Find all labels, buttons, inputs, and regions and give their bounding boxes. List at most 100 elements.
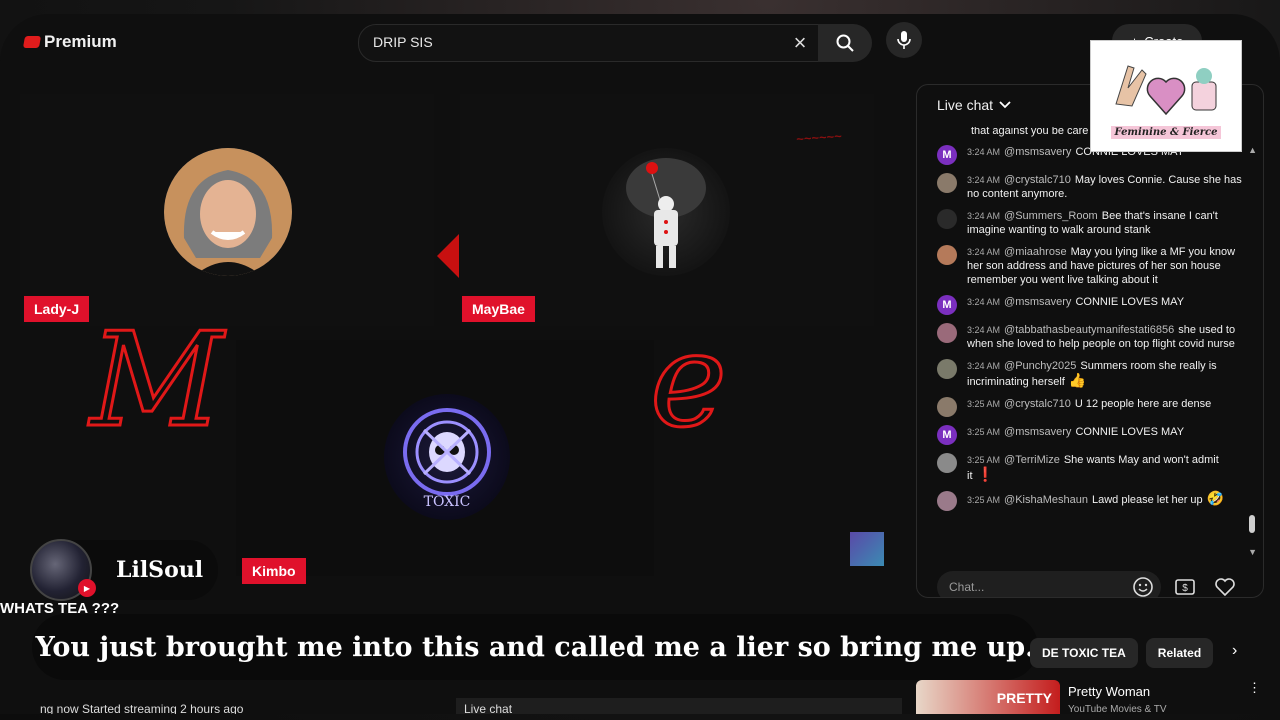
search-box[interactable]: DRIP SIS × — [358, 24, 820, 62]
guest-panel-maybae: MayBae — [460, 94, 874, 326]
youtube-play-icon: ▶ — [78, 579, 96, 597]
chevron-right-icon[interactable]: › — [1232, 642, 1237, 660]
chat-message-body: 3:25 AM @crystalc710 U 12 people here are … — [967, 397, 1243, 417]
chat-message-body: 3:24 AM @crystalc710 May loves Connie. Cau… — [967, 173, 1243, 201]
chat-avatar[interactable] — [937, 359, 957, 379]
related-chips: DE TOXIC TEA Related — [1030, 638, 1214, 668]
chat-author[interactable]: @TerriMize — [1004, 454, 1060, 466]
chat-message: 3:24 AM @Punchy2025 Summers room she reall… — [937, 359, 1243, 389]
chat-message-body: 3:25 AM @KishaMeshaun Lawd please let her … — [967, 491, 1243, 511]
chat-input[interactable]: Chat... — [937, 571, 1161, 597]
chat-timestamp: 3:24 AM — [967, 361, 1001, 371]
youtube-premium-logo[interactable]: Premium — [22, 32, 117, 52]
chat-timestamp: 3:25 AM — [967, 399, 1001, 409]
chat-author[interactable]: @Summers_Room — [1004, 210, 1098, 222]
chat-avatar[interactable]: M — [937, 425, 957, 445]
chat-avatar[interactable] — [937, 323, 957, 343]
person-photo-icon — [164, 148, 292, 276]
search-input[interactable]: DRIP SIS — [373, 34, 433, 50]
brand-label: Premium — [44, 32, 117, 51]
video-thumbnail[interactable]: PRETTY — [916, 680, 1060, 714]
chat-message: 3:24 AM @miaahrose May you lying like a MF… — [937, 245, 1243, 287]
chat-emoji: 🤣 — [1206, 490, 1225, 506]
emoji-icon[interactable] — [1129, 573, 1157, 597]
chat-timestamp: 3:24 AM — [967, 247, 1001, 257]
chat-timestamp: 3:24 AM — [967, 147, 1001, 157]
chat-message-body: 3:24 AM @Summers_Room Bee that's insane I … — [967, 209, 1243, 237]
live-chat-tab[interactable]: Live chat — [456, 698, 902, 714]
chat-scrollbar-thumb[interactable] — [1249, 515, 1255, 533]
chat-message: 3:24 AM @crystalc710 May loves Connie. Cau… — [937, 173, 1243, 201]
peace-heart-tea-icon — [1115, 64, 1217, 115]
search-button[interactable] — [818, 24, 872, 62]
chip-related[interactable]: Related — [1145, 638, 1214, 668]
caption-bubble: You just brought me into this and called… — [32, 614, 1038, 680]
live-chat-title: Live chat — [937, 97, 994, 113]
chat-message: M 3:25 AM @msmsavery CONNIE LOVES MAY — [937, 425, 1243, 445]
chat-message: 3:25 AM @KishaMeshaun Lawd please let her … — [937, 491, 1243, 511]
chat-author[interactable]: @Punchy2025 — [1004, 360, 1076, 372]
stream-info-text: ng now Started streaming 2 hours ago — [40, 702, 244, 714]
youtube-window: Premium DRIP SIS × + Create M e ~~~~~~ L… — [0, 14, 1280, 714]
chat-text: CONNIE LOVES MAY — [1075, 426, 1185, 438]
chevron-down-icon — [999, 101, 1011, 109]
chat-author[interactable]: @crystalc710 — [1004, 398, 1071, 410]
guest-panel-kimbo: TOXIC Kimbo — [236, 340, 654, 584]
more-options-icon[interactable]: ⋮ — [1248, 680, 1261, 696]
chat-avatar[interactable]: M — [937, 145, 957, 165]
chat-author[interactable]: @crystalc710 — [1004, 174, 1071, 186]
svg-text:$: $ — [1182, 583, 1188, 594]
guest-name-tag: Kimbo — [242, 558, 306, 584]
voice-search-button[interactable] — [886, 22, 922, 58]
clown-figure-icon — [626, 158, 706, 268]
search-icon — [836, 34, 854, 52]
chat-message-body: 3:25 AM @msmsavery CONNIE LOVES MAY — [967, 425, 1243, 445]
chat-author[interactable]: @msmsavery — [1004, 426, 1071, 438]
heart-icon[interactable] — [1211, 573, 1239, 597]
chat-message: 3:24 AM @Summers_Room Bee that's insane I … — [937, 209, 1243, 237]
live-chat-header[interactable]: Live chat — [937, 97, 1011, 113]
chat-author[interactable]: @tabbathasbeautymanifestati6856 — [1004, 324, 1174, 336]
chat-message-body: 3:24 AM @miaahrose May you lying like a MF… — [967, 245, 1243, 287]
chat-timestamp: 3:24 AM — [967, 325, 1001, 335]
clear-search-icon[interactable]: × — [787, 30, 813, 56]
scroll-down-arrow[interactable]: ▼ — [1248, 547, 1257, 557]
guest-name-tag: Lady-J — [24, 296, 90, 322]
chat-avatar[interactable] — [937, 173, 957, 193]
chat-avatar[interactable] — [937, 245, 957, 265]
chat-timestamp: 3:25 AM — [967, 495, 1001, 505]
chat-message-list[interactable]: that against you be care M 3:24 AM @msmsav… — [937, 127, 1243, 547]
video-channel: YouTube Movies & TV — [1068, 704, 1167, 714]
chip-de-toxic-tea[interactable]: DE TOXIC TEA — [1030, 638, 1138, 668]
guest-panel-lady-j: Lady-J — [20, 94, 434, 326]
toxic-avatar-text: TOXIC — [423, 494, 471, 510]
chat-author[interactable]: @miaahrose — [1004, 246, 1067, 258]
video-title[interactable]: Pretty Woman — [1068, 684, 1150, 699]
chat-message: 3:25 AM @TerriMize She wants May and won't… — [937, 453, 1243, 483]
chat-message-body: 3:24 AM @tabbathasbeautymanifestati6856 sh… — [967, 323, 1243, 351]
chat-author[interactable]: @msmsavery — [1004, 146, 1071, 158]
chat-avatar[interactable]: M — [937, 295, 957, 315]
chat-author[interactable]: @msmsavery — [1004, 296, 1071, 308]
chat-emoji: 👍 — [1068, 372, 1087, 388]
chat-avatar[interactable] — [937, 209, 957, 229]
chat-timestamp: 3:25 AM — [967, 455, 1001, 465]
super-chat-dollar-icon[interactable]: $ — [1171, 573, 1199, 597]
host-badge: ▶ LilSoul — [30, 539, 218, 601]
recommended-video[interactable]: PRETTY Pretty Woman YouTube Movies & TV … — [916, 678, 1266, 714]
chat-timestamp: 3:25 AM — [967, 427, 1001, 437]
chat-message-body: 3:24 AM @msmsavery CONNIE LOVES MAY — [967, 295, 1243, 315]
chat-author[interactable]: @KishaMeshaun — [1004, 494, 1088, 506]
scroll-up-arrow[interactable]: ▲ — [1248, 145, 1257, 155]
chat-avatar[interactable] — [937, 491, 957, 511]
chat-timestamp: 3:24 AM — [967, 175, 1001, 185]
logo-text: Feminine & Fierce — [1110, 125, 1222, 139]
chat-avatar[interactable] — [937, 397, 957, 417]
microphone-icon — [897, 31, 911, 49]
host-avatar: ▶ — [30, 539, 96, 601]
live-chat-panel: Live chat that against you be care M 3:24… — [916, 84, 1264, 598]
chat-text: U 12 people here are dense — [1074, 398, 1212, 410]
chat-avatar[interactable] — [937, 453, 957, 473]
red-arrow-decoration — [437, 234, 459, 278]
chat-message-body: 3:25 AM @TerriMize She wants May and won't… — [967, 453, 1243, 483]
